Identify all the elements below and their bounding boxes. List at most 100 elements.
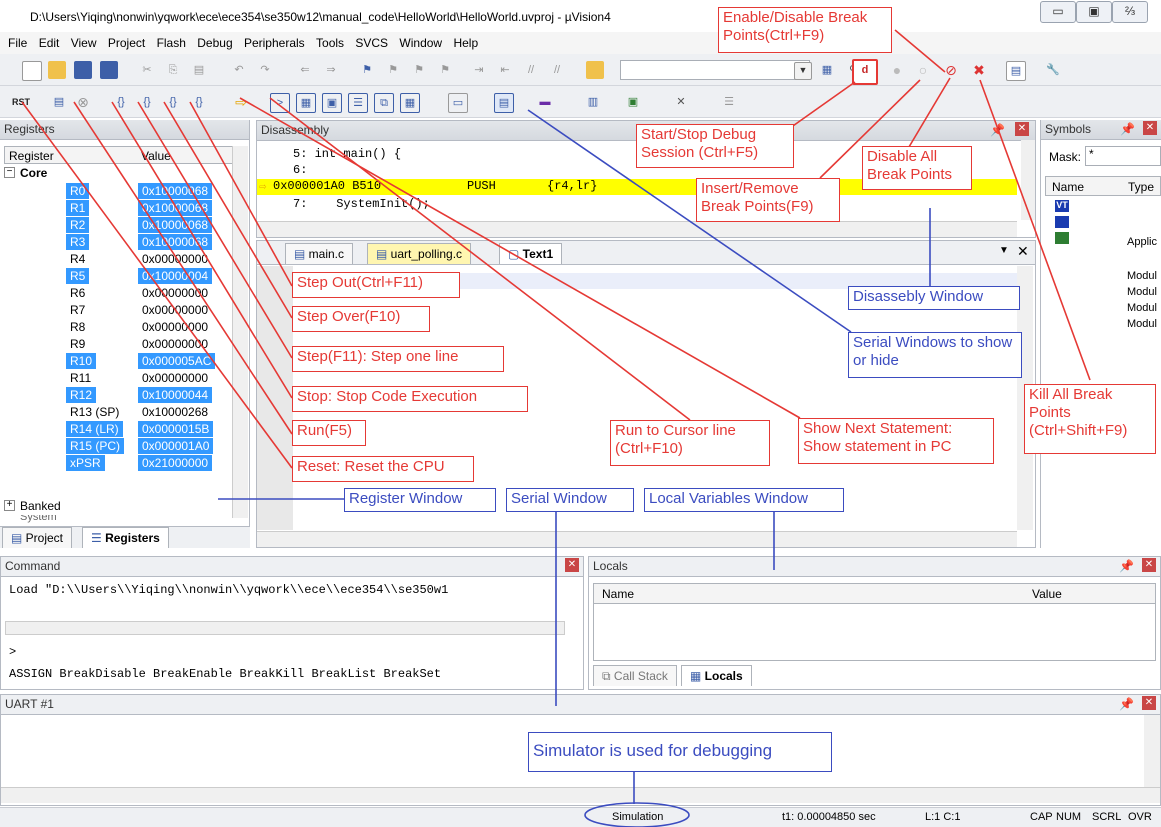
cut-icon[interactable]: ✂ (138, 61, 156, 79)
bookmark-prev-icon[interactable]: ⚑ (384, 61, 402, 79)
register-row[interactable]: R11 0x00000000 (0, 370, 230, 386)
chevron-down-icon[interactable]: ▼ (794, 62, 812, 80)
run-icon[interactable]: ▤ (50, 93, 68, 111)
uncomment-icon[interactable]: // (548, 61, 566, 79)
tab-dropdown-icon[interactable]: ▼ (999, 245, 1009, 256)
register-value[interactable]: 0x10000268 (138, 404, 212, 420)
comment-icon[interactable]: // (522, 61, 540, 79)
register-value[interactable]: 0x00000000 (138, 319, 212, 335)
col-value[interactable]: Value (141, 149, 171, 163)
window-layout-icon[interactable]: ▤ (1006, 61, 1026, 81)
undo-icon[interactable]: ↶ (230, 61, 248, 79)
configure-icon[interactable]: 🔧 (1044, 61, 1062, 79)
mask-input[interactable]: * (1085, 146, 1161, 166)
new-file-icon[interactable] (22, 61, 42, 81)
breakpoint-icon[interactable]: ● (888, 61, 906, 79)
register-value[interactable]: 0x10000068 (138, 200, 213, 216)
kill-all-breakpoints-icon[interactable]: ✖ (970, 61, 988, 79)
menu-tools[interactable]: Tools (316, 36, 344, 50)
debug-settings-icon[interactable]: ☰ (720, 93, 738, 111)
register-row[interactable]: R12 0x10000044 (0, 387, 230, 403)
disasm-hscroll[interactable] (257, 221, 1017, 237)
tab-project[interactable]: ▤ Project (2, 527, 73, 548)
tab-registers[interactable]: ☰ Registers (82, 527, 169, 548)
register-row[interactable]: R6 0x00000000 (0, 285, 230, 301)
register-row[interactable]: R3 0x10000068 (0, 234, 230, 250)
command-close-icon[interactable]: ✕ (565, 558, 579, 572)
group-core[interactable]: − Core (4, 166, 244, 182)
uart-vscroll[interactable] (1144, 715, 1160, 787)
tab-main-c[interactable]: ▤ main.c (285, 243, 354, 264)
watch-window-icon[interactable]: ▦ (400, 93, 420, 113)
reset-cpu-icon[interactable]: RST (12, 93, 30, 111)
find-in-files-icon[interactable] (586, 61, 604, 79)
registers-window-icon[interactable]: ☰ (348, 93, 368, 113)
incremental-find-icon[interactable]: ▦ (818, 61, 836, 79)
register-row[interactable]: R15 (PC) 0x000001A0 (0, 438, 230, 454)
col-register[interactable]: Register (9, 149, 54, 163)
menu-window[interactable]: Window (399, 36, 442, 50)
indent-icon[interactable]: ⇥ (470, 61, 488, 79)
register-value[interactable]: 0x10000044 (138, 387, 213, 403)
pin-icon[interactable]: 📌 (990, 121, 1005, 140)
system-viewer-icon[interactable]: ▣ (624, 93, 642, 111)
show-next-statement-icon[interactable]: ⇨ (232, 93, 250, 111)
register-row[interactable]: R4 0x00000000 (0, 251, 230, 267)
analysis-window-icon[interactable]: ▬ (536, 93, 554, 111)
command-prompt[interactable]: > (9, 645, 559, 661)
menu-peripherals[interactable]: Peripherals (244, 36, 305, 50)
step-icon[interactable]: {} (112, 93, 130, 111)
step-over-icon[interactable]: {} (138, 93, 156, 111)
menu-file[interactable]: File (8, 36, 27, 50)
menu-svcs[interactable]: SVCS (355, 36, 388, 50)
save-icon[interactable] (74, 61, 92, 79)
register-value[interactable]: 0x10000004 (138, 268, 213, 284)
save-all-icon[interactable] (100, 61, 118, 79)
register-value[interactable]: 0x10000068 (138, 234, 213, 250)
locals-col-name[interactable]: Name (602, 587, 634, 601)
tab-locals[interactable]: ▦ Locals (681, 665, 752, 686)
restore-button[interactable]: ▣ (1076, 1, 1112, 23)
locals-col-value[interactable]: Value (1032, 587, 1062, 601)
register-value[interactable]: 0x00000000 (138, 285, 212, 301)
menu-flash[interactable]: Flash (157, 36, 186, 50)
bookmark-icon[interactable]: ⚑ (358, 61, 376, 79)
symbols-col-name[interactable]: Name (1052, 180, 1084, 194)
register-row[interactable]: R9 0x00000000 (0, 336, 230, 352)
command-hscroll[interactable] (5, 621, 565, 635)
symbols-window-icon[interactable]: ▣ (322, 93, 342, 113)
menu-project[interactable]: Project (108, 36, 145, 50)
unindent-icon[interactable]: ⇤ (496, 61, 514, 79)
registers-scrollbar[interactable] (232, 146, 248, 518)
tab-text1[interactable]: ▢ Text1 (499, 243, 563, 264)
nav-forward-icon[interactable]: ⇒ (322, 61, 340, 79)
editor-hscroll[interactable] (257, 531, 1017, 547)
call-stack-window-icon[interactable]: ⧉ (374, 93, 394, 113)
close-icon[interactable]: ✕ (1015, 122, 1029, 136)
command-window-icon[interactable]: > (270, 93, 290, 113)
disasm-vscroll[interactable] (1021, 140, 1035, 220)
copy-icon[interactable]: ⎘ (164, 61, 182, 79)
menu-view[interactable]: View (71, 36, 97, 50)
uart-close-icon[interactable]: ✕ (1142, 696, 1156, 710)
register-row[interactable]: R13 (SP) 0x10000268 (0, 404, 230, 420)
register-value[interactable]: 0x00000000 (138, 302, 212, 318)
toolbox-icon[interactable]: ✕ (672, 93, 690, 111)
start-debug-icon[interactable]: d (852, 59, 878, 85)
register-value[interactable]: 0x00000000 (138, 370, 212, 386)
register-row[interactable]: R14 (LR) 0x0000015B (0, 421, 230, 437)
register-row[interactable]: xPSR 0x21000000 (0, 455, 230, 471)
tab-call-stack[interactable]: ⧉ Call Stack (593, 665, 677, 686)
register-value[interactable]: 0x10000068 (138, 183, 213, 199)
register-row[interactable]: R0 0x10000068 (0, 183, 230, 199)
locals-pin-icon[interactable]: 📌 (1119, 557, 1134, 576)
register-value[interactable]: 0x00000000 (138, 251, 212, 267)
group-system[interactable]: System (4, 515, 244, 525)
close-button[interactable]: ⅔ (1112, 1, 1148, 23)
bookmark-next-icon[interactable]: ⚑ (410, 61, 428, 79)
stop-icon[interactable]: ⊗ (74, 93, 92, 111)
paste-icon[interactable]: ▤ (190, 61, 208, 79)
register-value[interactable]: 0x00000000 (138, 336, 212, 352)
register-value[interactable]: 0x000005AC (138, 353, 216, 369)
uart-hscroll[interactable] (1, 787, 1160, 803)
